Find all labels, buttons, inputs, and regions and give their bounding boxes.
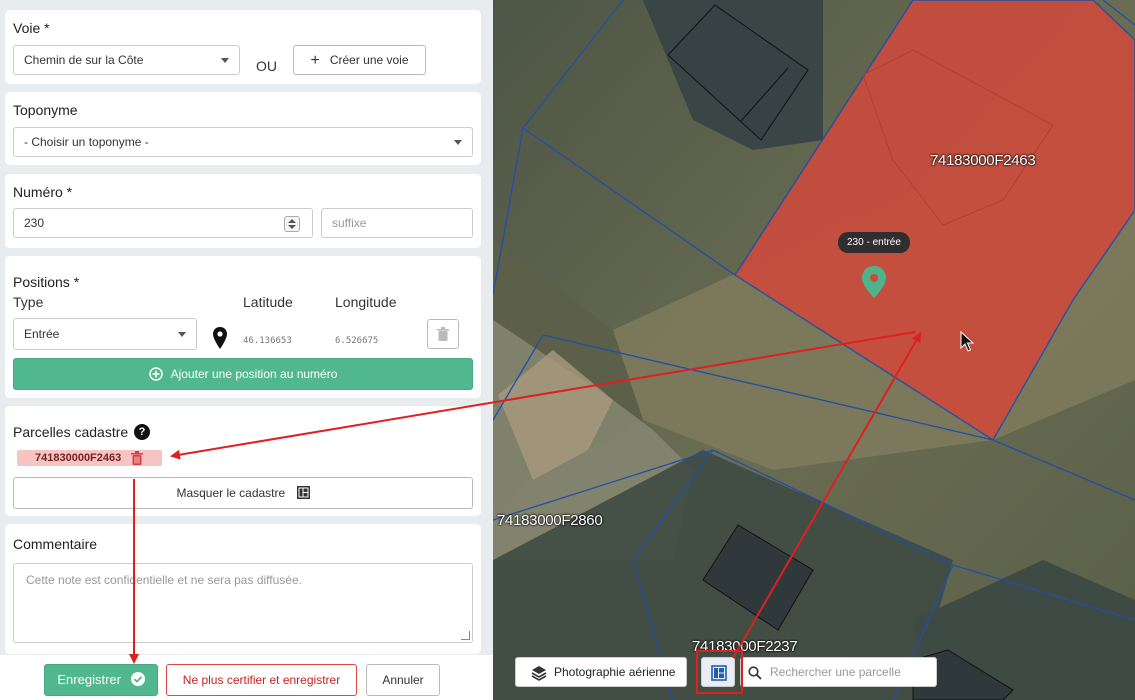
cancel-button[interactable]: Annuler [366, 664, 440, 696]
form-actions-bar: Enregistrer Ne plus certifier et enregis… [0, 655, 493, 700]
voie-select[interactable]: Chemin de sur la Côte [13, 45, 240, 75]
cadastre-toggle-button[interactable] [701, 657, 735, 687]
parcel-label-f2463: 74183000F2463 [930, 152, 1036, 169]
save-label: Enregistrer [57, 672, 121, 687]
comment-textarea[interactable]: Cette note est confidentielle et ne sera… [13, 563, 473, 643]
commentaire-card: Commentaire Cette note est confidentiell… [5, 524, 481, 654]
latitude-column-label: Latitude [243, 294, 293, 310]
plus-circle-icon [148, 367, 163, 381]
aerial-map[interactable] [493, 0, 1135, 700]
parcelles-title: Parcelles cadastre [13, 424, 129, 440]
resize-handle-icon[interactable] [461, 631, 470, 640]
toggle-cadastre-button[interactable]: Masquer le cadastre [13, 477, 473, 509]
toponyme-select[interactable]: - Choisir un toponyme - [13, 127, 473, 157]
parcel-search-placeholder: Rechercher une parcelle [770, 665, 901, 679]
trash-icon [437, 327, 449, 341]
map-view[interactable]: 74183000F2463 74183000F2860 74183000F223… [493, 0, 1135, 700]
chevron-down-icon [221, 58, 229, 63]
numero-card: Numéro * 230 suffixe [5, 174, 481, 248]
toponyme-title: Toponyme [13, 102, 78, 118]
create-voie-label: Créer une voie [329, 53, 409, 67]
comment-placeholder: Cette note est confidentielle et ne sera… [26, 573, 302, 587]
parcel-tag: 741830000F2463 [17, 450, 162, 466]
position-type-value: Entrée [24, 327, 60, 341]
position-type-select[interactable]: Entrée [13, 318, 197, 350]
aerial-layer-button[interactable]: Photographie aérienne [515, 657, 687, 687]
address-form-panel: Voie * Chemin de sur la Côte OU + Créer u… [0, 0, 493, 700]
voie-title: Voie * [13, 20, 50, 36]
numero-value: 230 [24, 216, 45, 230]
positions-title: Positions * [13, 274, 80, 290]
aerial-layer-label: Photographie aérienne [554, 665, 676, 679]
layout-grid-icon [711, 665, 727, 681]
toponyme-select-value: - Choisir un toponyme - [24, 135, 149, 149]
positions-card: Positions * Type Latitude Longitude Entr… [5, 256, 481, 398]
longitude-value: 6.526675 [335, 336, 379, 346]
layout-grid-icon [296, 486, 310, 499]
chevron-down-icon [178, 332, 186, 337]
parcel-search-input[interactable]: Rechercher une parcelle [740, 657, 937, 687]
marker-tooltip: 230 - entrée [838, 232, 910, 253]
parcel-label-f2860: 74183000F2860 [497, 512, 603, 529]
numero-input[interactable]: 230 [13, 208, 313, 238]
suffix-input[interactable]: suffixe [321, 208, 473, 238]
map-pin-icon[interactable] [213, 327, 227, 349]
plus-icon: + [310, 52, 320, 69]
numero-title: Numéro * [13, 184, 73, 200]
chevron-down-icon [454, 140, 462, 145]
check-circle-icon [130, 672, 145, 686]
trash-icon[interactable] [131, 451, 143, 465]
mouse-cursor-icon [960, 331, 974, 352]
or-label: OU [256, 58, 277, 74]
toponyme-card: Toponyme - Choisir un toponyme - [5, 92, 481, 165]
longitude-column-label: Longitude [335, 294, 397, 310]
parcel-tag-label: 741830000F2463 [35, 452, 122, 464]
parcelles-card: Parcelles cadastre ? 741830000F2463 Masq… [5, 406, 481, 516]
type-column-label: Type [13, 294, 44, 310]
search-icon [748, 666, 762, 680]
layers-icon [531, 666, 547, 681]
address-marker-icon[interactable] [862, 266, 886, 298]
commentaire-title: Commentaire [13, 536, 98, 552]
latitude-value: 46.136653 [243, 336, 292, 346]
voie-select-value: Chemin de sur la Côte [24, 53, 144, 67]
help-icon[interactable]: ? [134, 424, 150, 440]
add-position-label: Ajouter une position au numéro [170, 367, 338, 381]
voie-card: Voie * Chemin de sur la Côte OU + Créer u… [5, 10, 481, 84]
uncertify-save-button[interactable]: Ne plus certifier et enregistrer [166, 664, 357, 696]
delete-position-button[interactable] [427, 319, 459, 349]
add-position-button[interactable]: Ajouter une position au numéro [13, 358, 473, 390]
number-stepper-icon[interactable] [284, 216, 300, 232]
create-voie-button[interactable]: + Créer une voie [293, 45, 426, 75]
save-button[interactable]: Enregistrer [44, 664, 158, 696]
toggle-cadastre-label: Masquer le cadastre [176, 486, 286, 500]
parcel-label-f2237: 74183000F2237 [692, 638, 798, 655]
